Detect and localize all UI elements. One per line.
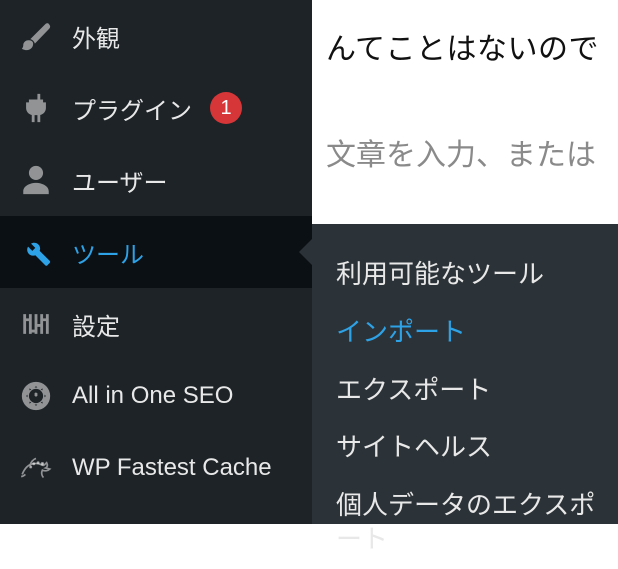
admin-sidebar: 外観 プラグイン 1 ユーザー ツール 設定 [0, 0, 312, 524]
plug-icon [18, 90, 54, 126]
update-badge: 1 [210, 92, 242, 124]
sidebar-item-settings[interactable]: 設定 [0, 288, 312, 360]
sidebar-item-label: ツール [72, 235, 144, 270]
submenu-item-import[interactable]: インポート [336, 304, 618, 362]
sidebar-item-aioseo[interactable]: All in One SEO [0, 360, 312, 432]
block-placeholder[interactable]: 文章を入力、または [326, 130, 618, 174]
submenu-item-site-health[interactable]: サイトヘルス [336, 419, 618, 477]
sidebar-item-appearance[interactable]: 外観 [0, 0, 312, 72]
editor-area: んてことはないので 文章を入力、または [312, 0, 618, 174]
sidebar-item-tools[interactable]: ツール [0, 216, 312, 288]
sidebar-item-label: ユーザー [72, 163, 168, 198]
sidebar-item-users[interactable]: ユーザー [0, 144, 312, 216]
tools-submenu: 利用可能なツール インポート エクスポート サイトヘルス 個人データのエクスポー… [312, 224, 618, 524]
submenu-item-export[interactable]: エクスポート [336, 362, 618, 420]
post-title-fragment[interactable]: んてことはないので [326, 24, 618, 68]
sidebar-item-label: WP Fastest Cache [72, 455, 272, 481]
cheetah-icon [18, 450, 54, 486]
content-area: んてことはないので 文章を入力、または 利用可能なツール インポート エクスポー… [312, 0, 618, 524]
sidebar-item-label: 外観 [72, 19, 120, 54]
app-frame: 外観 プラグイン 1 ユーザー ツール 設定 [0, 0, 618, 524]
sidebar-item-plugins[interactable]: プラグイン 1 [0, 72, 312, 144]
brush-icon [18, 18, 54, 54]
sidebar-item-wpfc[interactable]: WP Fastest Cache [0, 432, 312, 504]
user-icon [18, 162, 54, 198]
sidebar-item-label: プラグイン [72, 91, 192, 126]
sidebar-item-label: 設定 [72, 307, 120, 342]
sliders-icon [18, 306, 54, 342]
wrench-icon [18, 234, 54, 270]
sidebar-item-label: All in One SEO [72, 382, 233, 410]
submenu-item-export-personal-data[interactable]: 個人データのエクスポート [336, 477, 618, 569]
gear-badge-icon [18, 378, 54, 414]
submenu-item-available-tools[interactable]: 利用可能なツール [336, 246, 618, 304]
